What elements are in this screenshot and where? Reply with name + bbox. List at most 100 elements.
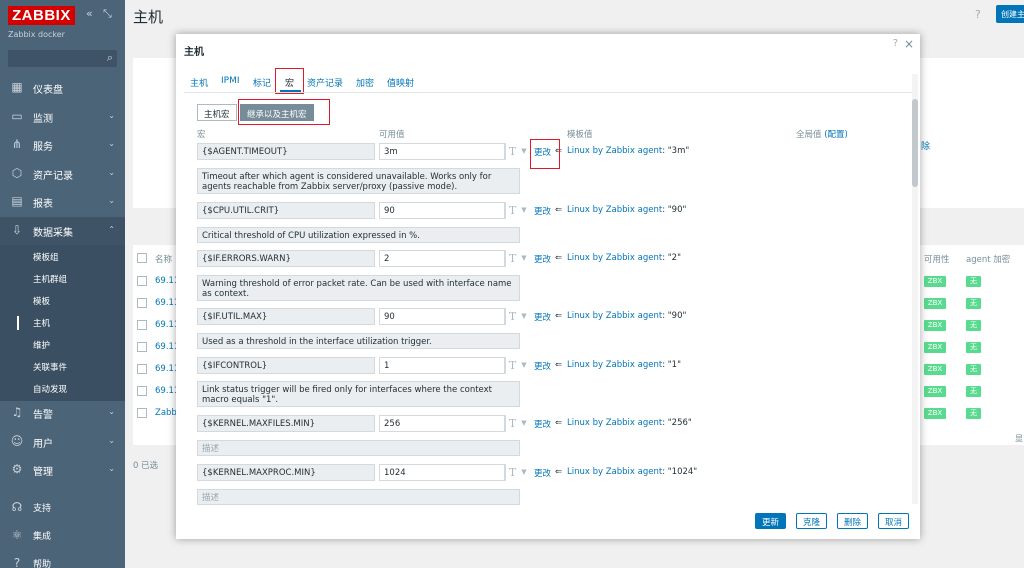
value-type-icon[interactable]: T	[505, 357, 519, 374]
value-type-icon[interactable]: T	[505, 308, 519, 325]
clone-button[interactable]: 克隆	[796, 513, 828, 529]
chevron-down-icon[interactable]: ▼	[519, 464, 529, 481]
macro-value-field[interactable]: 1	[379, 357, 505, 374]
create-host-button[interactable]: 创建主	[996, 5, 1024, 23]
help-icon[interactable]: ?	[975, 8, 981, 21]
delete-button[interactable]: 删除	[837, 513, 869, 529]
update-button[interactable]: 更新	[755, 513, 787, 529]
chevron-down-icon[interactable]: ▼	[519, 415, 529, 432]
macro-value-field[interactable]: 90	[379, 308, 505, 325]
macro-value-field[interactable]: 90	[379, 202, 505, 219]
tab-encryption[interactable]: 加密	[356, 76, 374, 89]
row-checkbox[interactable]	[137, 342, 147, 352]
change-link[interactable]: 更改	[534, 205, 551, 217]
macro-description-field[interactable]: Used as a threshold in the interface uti…	[197, 333, 520, 349]
cancel-button[interactable]: 取消	[878, 513, 910, 529]
macro-description-field[interactable]: 描述	[197, 489, 520, 505]
subnav-hosts[interactable]: 主机	[33, 317, 50, 329]
macro-description-field[interactable]: Warning threshold of error packet rate. …	[197, 275, 520, 301]
filter-reset-link[interactable]: 除	[921, 139, 930, 152]
template-link[interactable]: Linux by Zabbix agent	[567, 311, 662, 321]
value-type-icon[interactable]: T	[505, 250, 519, 267]
template-link[interactable]: Linux by Zabbix agent	[567, 467, 662, 477]
nav-inventory[interactable]: ⬡ 资产记录 ⌄	[0, 160, 125, 188]
nav-administration[interactable]: ⚙ 管理 ⌄	[0, 456, 125, 484]
template-link[interactable]: Linux by Zabbix agent	[567, 360, 662, 370]
row-checkbox[interactable]	[137, 386, 147, 396]
nav-dashboard[interactable]: ▦ 仪表盘	[0, 74, 125, 102]
row-checkbox[interactable]	[137, 364, 147, 374]
close-icon[interactable]: ×	[904, 37, 914, 51]
value-type-icon[interactable]: T	[505, 415, 519, 432]
template-link[interactable]: Linux by Zabbix agent	[567, 205, 662, 215]
row-checkbox[interactable]	[137, 320, 147, 330]
template-link[interactable]: Linux by Zabbix agent	[567, 418, 662, 428]
nav-reports[interactable]: ▤ 报表 ⌄	[0, 188, 125, 216]
macro-name-field[interactable]: {$AGENT.TIMEOUT}	[197, 143, 375, 160]
value-type-icon[interactable]: T	[505, 202, 519, 219]
subnav-templates[interactable]: 模板	[33, 295, 50, 307]
value-type-icon[interactable]: T	[505, 143, 519, 160]
macro-description-field[interactable]: Timeout after which agent is considered …	[197, 168, 520, 194]
tab-inventory[interactable]: 资产记录	[307, 76, 343, 89]
subnav-host-groups[interactable]: 主机群组	[33, 273, 67, 285]
chevron-down-icon[interactable]: ▼	[519, 202, 529, 219]
row-checkbox[interactable]	[137, 298, 147, 308]
nav-services[interactable]: ⋔ 服务 ⌄	[0, 131, 125, 159]
subnav-event-correlation[interactable]: 关联事件	[33, 361, 67, 373]
subnav-maintenance[interactable]: 维护	[33, 339, 50, 351]
change-link[interactable]: 更改	[534, 360, 551, 372]
nav-integrations[interactable]: ⚛ 集成	[0, 522, 125, 550]
nav-support[interactable]: ☊ 支持	[0, 494, 125, 522]
host-link[interactable]: Zabb	[155, 408, 177, 418]
search-icon[interactable]: ⌕	[107, 51, 113, 65]
change-link[interactable]: 更改	[534, 311, 551, 323]
help-icon[interactable]: ?	[893, 38, 898, 49]
tab-tags[interactable]: 标记	[253, 76, 271, 89]
kiosk-mode-icon[interactable]: ⤡	[103, 7, 112, 21]
subnav-discovery[interactable]: 自动发现	[33, 383, 67, 395]
nav-alerts[interactable]: ♫ 告警 ⌄	[0, 399, 125, 427]
scrollbar-thumb[interactable]	[912, 99, 918, 187]
macro-name-field[interactable]: {$KERNEL.MAXFILES.MIN}	[197, 415, 375, 432]
macro-name-field[interactable]: {$IFCONTROL}	[197, 357, 375, 374]
template-link[interactable]: Linux by Zabbix agent	[567, 253, 662, 263]
macro-name-field[interactable]: {$IF.ERRORS.WARN}	[197, 250, 375, 267]
zabbix-logo[interactable]: ZABBIX	[8, 6, 75, 25]
tab-value-mapping[interactable]: 值映射	[387, 76, 414, 89]
row-checkbox[interactable]	[137, 276, 147, 286]
macro-description-field[interactable]: 描述	[197, 440, 520, 456]
column-header-name[interactable]: 名称	[155, 253, 172, 265]
value-type-icon[interactable]: T	[505, 464, 519, 481]
subnav-template-groups[interactable]: 模板组	[33, 251, 59, 263]
macro-name-field[interactable]: {$CPU.UTIL.CRIT}	[197, 202, 375, 219]
macro-description-field[interactable]: Critical threshold of CPU utilization ex…	[197, 227, 520, 243]
change-link[interactable]: 更改	[534, 467, 551, 479]
macro-value-field[interactable]: 3m	[379, 143, 505, 160]
template-link[interactable]: Linux by Zabbix agent	[567, 146, 662, 156]
tab-ipmi[interactable]: IPMI	[221, 76, 240, 86]
select-all-checkbox[interactable]	[137, 253, 147, 263]
nav-data-collection[interactable]: ⇩ 数据采集 ⌃	[0, 217, 125, 245]
macro-description-field[interactable]: Link status trigger will be fired only f…	[197, 381, 520, 407]
configure-link[interactable]: (配置)	[824, 130, 848, 140]
chevron-down-icon[interactable]: ▼	[519, 357, 529, 374]
macro-name-field[interactable]: {$KERNEL.MAXPROC.MIN}	[197, 464, 375, 481]
macro-value-field[interactable]: 1024	[379, 464, 505, 481]
nav-users[interactable]: ☺ 用户 ⌄	[0, 428, 125, 456]
collapse-sidebar-icon[interactable]: «	[86, 7, 93, 20]
change-link[interactable]: 更改	[534, 418, 551, 430]
chevron-down-icon[interactable]: ▼	[519, 143, 529, 160]
chevron-down-icon[interactable]: ▼	[519, 308, 529, 325]
macro-value-field[interactable]: 2	[379, 250, 505, 267]
change-link[interactable]: 更改	[534, 253, 551, 265]
nav-monitoring[interactable]: ▭ 监测 ⌄	[0, 103, 125, 131]
host-macros-toggle[interactable]: 主机宏	[197, 104, 237, 121]
tab-host[interactable]: 主机	[190, 76, 208, 89]
chevron-down-icon[interactable]: ▼	[519, 250, 529, 267]
nav-help[interactable]: ? 帮助	[0, 550, 125, 568]
row-checkbox[interactable]	[137, 408, 147, 418]
macro-value-field[interactable]: 256	[379, 415, 505, 432]
sidebar-search-input[interactable]: ⌕	[8, 50, 117, 67]
macro-name-field[interactable]: {$IF.UTIL.MAX}	[197, 308, 375, 325]
